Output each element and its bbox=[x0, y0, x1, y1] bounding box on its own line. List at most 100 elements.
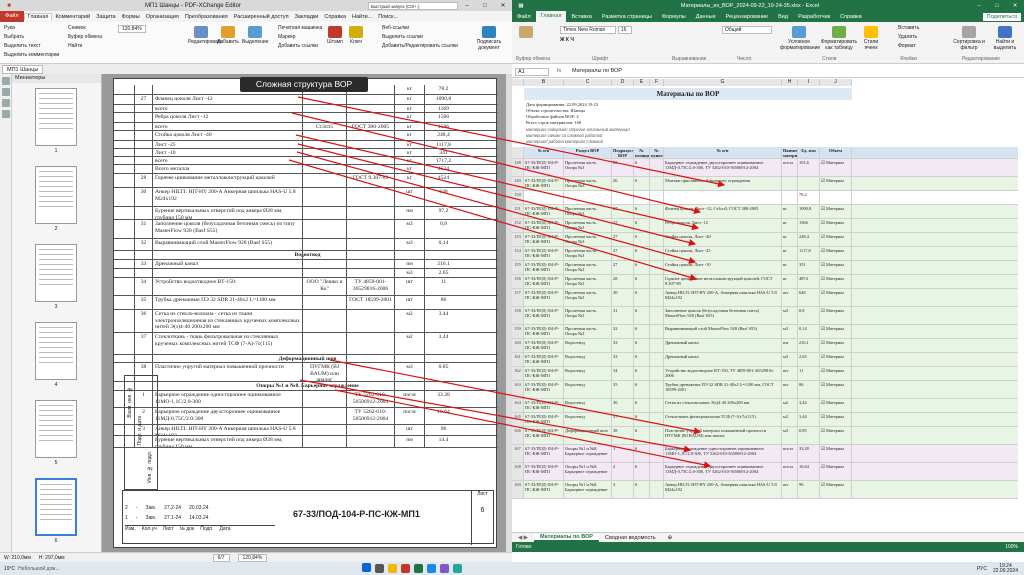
xl-menu-formulas[interactable]: Формулы bbox=[657, 14, 691, 20]
excel-cell-d[interactable]: 6 bbox=[634, 233, 650, 246]
excel-cell-r[interactable]: 169 bbox=[512, 481, 524, 498]
excel-cell-s[interactable]: ☑ Материал bbox=[820, 247, 852, 260]
excel-cell-c[interactable]: 36 bbox=[612, 399, 634, 412]
excel-data-row[interactable]: 166 67-33/ПОД-104-Р-ПС-КЖ-МП1 Деформационн… bbox=[512, 427, 1018, 445]
excel-cell-c[interactable]: 31 bbox=[612, 307, 634, 324]
column-header[interactable]: B bbox=[524, 79, 564, 86]
excel-cell-s[interactable]: ☑ Материал bbox=[820, 307, 852, 324]
excel-cell-c[interactable]: 27 bbox=[612, 247, 634, 260]
excel-data-row[interactable]: 154 67-33/ПОД-104-Р-ПС-КЖ-МП1 Пролетная ча… bbox=[512, 247, 1018, 261]
column-header[interactable]: E bbox=[634, 79, 650, 86]
excel-cell-f[interactable]: Фланец цоколя, Лист -12, Ст3сп5, ГОСТ 38… bbox=[664, 205, 782, 218]
excel-cell-d[interactable]: 6 bbox=[634, 177, 650, 190]
excel-cell-u[interactable]: кг bbox=[782, 219, 798, 232]
add-sheet-icon[interactable]: ⊕ bbox=[662, 535, 679, 541]
excel-cell-u[interactable] bbox=[782, 177, 798, 190]
excel-cell-f[interactable]: Барьерное ограждение одностороннее оцинк… bbox=[664, 445, 782, 462]
excel-cell-s[interactable]: ☑ Материал bbox=[820, 427, 852, 444]
app-icon-3[interactable] bbox=[452, 564, 462, 573]
menu-share[interactable]: Расширенный доступ bbox=[231, 14, 292, 20]
excel-cell-b[interactable]: Водоотвод bbox=[564, 381, 612, 398]
excel-cell-d[interactable]: 6 bbox=[634, 353, 650, 366]
insert-cells-button[interactable]: Вставить bbox=[898, 25, 919, 31]
column-header[interactable]: G bbox=[664, 79, 782, 86]
excel-cell-b[interactable]: Опоры №1 и №8. Барьерное ограждение bbox=[564, 481, 612, 498]
language-indicator[interactable]: РУС bbox=[977, 566, 987, 572]
excel-cell-s[interactable]: ☑ Материал bbox=[820, 445, 852, 462]
excel-data-row[interactable]: 164 67-33/ПОД-104-Р-ПС-КЖ-МП1 Водоотвод 36 6… bbox=[512, 399, 1018, 413]
typewriter-button[interactable]: Печатная машинка bbox=[278, 25, 322, 31]
excel-data-row[interactable]: 149 67-33/ПОД-104-Р-ПС-КЖ-МП1 Пролетная ча… bbox=[512, 177, 1018, 191]
excel-cell-f[interactable]: Барьерное ограждение двухстороннее оцинк… bbox=[664, 159, 782, 176]
column-header[interactable]: D bbox=[612, 79, 634, 86]
tab-document[interactable]: МП1 Шанцы bbox=[2, 64, 44, 74]
excel-cell-a[interactable]: 67-33/ПОД-104-Р-ПС-КЖ-МП1 bbox=[524, 427, 564, 444]
excel-cell-u[interactable]: кг bbox=[782, 247, 798, 260]
excel-cell-s[interactable]: ☑ Материал bbox=[820, 481, 852, 498]
delete-cells-button[interactable]: Удалить bbox=[898, 34, 917, 40]
page-thumbnail[interactable] bbox=[35, 244, 77, 302]
excel-data-row[interactable]: 156 67-33/ПОД-104-Р-ПС-КЖ-МП1 Пролетная ча… bbox=[512, 275, 1018, 289]
sheet-nav-icon[interactable]: ◀ ▶ bbox=[512, 535, 534, 541]
excel-cell-v[interactable]: 2,65 bbox=[798, 353, 820, 366]
xl-menu-developer[interactable]: Разработчик bbox=[793, 14, 835, 20]
column-header[interactable]: I bbox=[798, 79, 820, 86]
excel-cell-r[interactable]: 167 bbox=[512, 445, 524, 462]
column-header[interactable] bbox=[512, 79, 524, 86]
excel-cell-d[interactable]: 6 bbox=[634, 289, 650, 306]
attachments-panel-icon[interactable] bbox=[2, 110, 10, 118]
excel-cell-a[interactable]: 67-33/ПОД-104-Р-ПС-КЖ-МП1 bbox=[524, 463, 564, 480]
page-number-field[interactable]: 6/7 bbox=[212, 553, 230, 562]
excel-cell-s[interactable]: ☑ Материал bbox=[820, 381, 852, 398]
excel-cell-f[interactable]: Ребра цоколя, Лист -12 bbox=[664, 219, 782, 232]
web-links-button[interactable]: Веб-ссылки bbox=[382, 25, 409, 31]
excel-cell-r[interactable]: 151 bbox=[512, 205, 524, 218]
clipboard-button[interactable]: Буфер обмена bbox=[68, 34, 102, 40]
excel-cell-e[interactable] bbox=[650, 289, 664, 306]
xl-menu-insert[interactable]: Вставка bbox=[566, 14, 596, 20]
excel-cell-v[interactable]: 16,64 bbox=[798, 463, 820, 480]
excel-cell-a[interactable]: 67-33/ПОД-104-Р-ПС-КЖ-МП1 bbox=[524, 307, 564, 324]
excel-cell-u[interactable]: кг bbox=[782, 261, 798, 274]
xl-menu-file[interactable]: Файл bbox=[512, 14, 536, 20]
excel-cell-c[interactable]: 28 bbox=[612, 275, 634, 288]
excel-cell-a[interactable]: 67-33/ПОД-104-Р-ПС-КЖ-МП1 bbox=[524, 205, 564, 218]
thumbnails-panel-icon[interactable] bbox=[2, 88, 10, 96]
menu-file[interactable]: Файл bbox=[0, 11, 24, 22]
excel-cell-f[interactable]: Стойка цоколя, Лист -40 bbox=[664, 233, 782, 246]
page-thumbnail[interactable] bbox=[35, 166, 77, 224]
excel-cell-c[interactable]: 27 bbox=[612, 205, 634, 218]
excel-cell-e[interactable] bbox=[650, 399, 664, 412]
share-button[interactable]: Поделиться bbox=[982, 12, 1021, 21]
excel-cell-e[interactable] bbox=[650, 413, 664, 426]
excel-cell-u[interactable]: кг bbox=[782, 233, 798, 246]
spreadsheet-grid[interactable]: B C D E F G H I J Материалы по ВОР Дата формирован… bbox=[512, 79, 1018, 532]
excel-data-row[interactable]: 160 67-33/ПОД-104-Р-ПС-КЖ-МП1 Водоотвод 33 6… bbox=[512, 339, 1018, 353]
format-cells-button[interactable]: Формат bbox=[898, 43, 916, 49]
excel-cell-e[interactable] bbox=[650, 445, 664, 462]
cell-styles-button[interactable]: Стили ячеек bbox=[860, 26, 882, 51]
excel-cell-e[interactable] bbox=[650, 307, 664, 324]
menu-bookmarks[interactable]: Закладки bbox=[292, 14, 322, 20]
excel-cell-u[interactable]: кг bbox=[782, 205, 798, 218]
find-select-button[interactable]: Найти и выделить bbox=[988, 26, 1022, 51]
sort-filter-button[interactable]: Сортировка и фильтр bbox=[952, 26, 986, 51]
browser-icon[interactable] bbox=[426, 564, 436, 573]
app-icon-2[interactable] bbox=[439, 564, 449, 573]
excel-cell-f[interactable]: Пластично упругий материал повышенной пр… bbox=[664, 427, 782, 444]
excel-cell-a[interactable]: 67-33/ПОД-104-Р-ПС-КЖ-МП1 bbox=[524, 413, 564, 426]
name-box[interactable]: A1 bbox=[515, 68, 549, 76]
excel-cell-r[interactable]: 157 bbox=[512, 289, 524, 306]
excel-cell-b[interactable]: Водоотвод bbox=[564, 353, 612, 366]
excel-cell-e[interactable] bbox=[650, 339, 664, 352]
excel-cell-c[interactable]: 27 bbox=[612, 233, 634, 246]
hand-tool[interactable]: Рука bbox=[4, 25, 15, 31]
bookmarks-panel-icon[interactable] bbox=[2, 77, 10, 85]
font-name-select[interactable]: Times New Roman bbox=[560, 26, 616, 34]
excel-cell-e[interactable] bbox=[650, 325, 664, 338]
quick-launch-input[interactable]: Быстрый запуск (Ctrl+.) bbox=[368, 1, 458, 10]
sheet-tab-materials[interactable]: Материалы по ВОР bbox=[534, 533, 599, 542]
excel-data-row[interactable]: 150 78,2 bbox=[512, 191, 1018, 205]
excel-cell-d[interactable]: 6 bbox=[634, 159, 650, 176]
select-tool[interactable]: Выбрать bbox=[4, 34, 24, 40]
